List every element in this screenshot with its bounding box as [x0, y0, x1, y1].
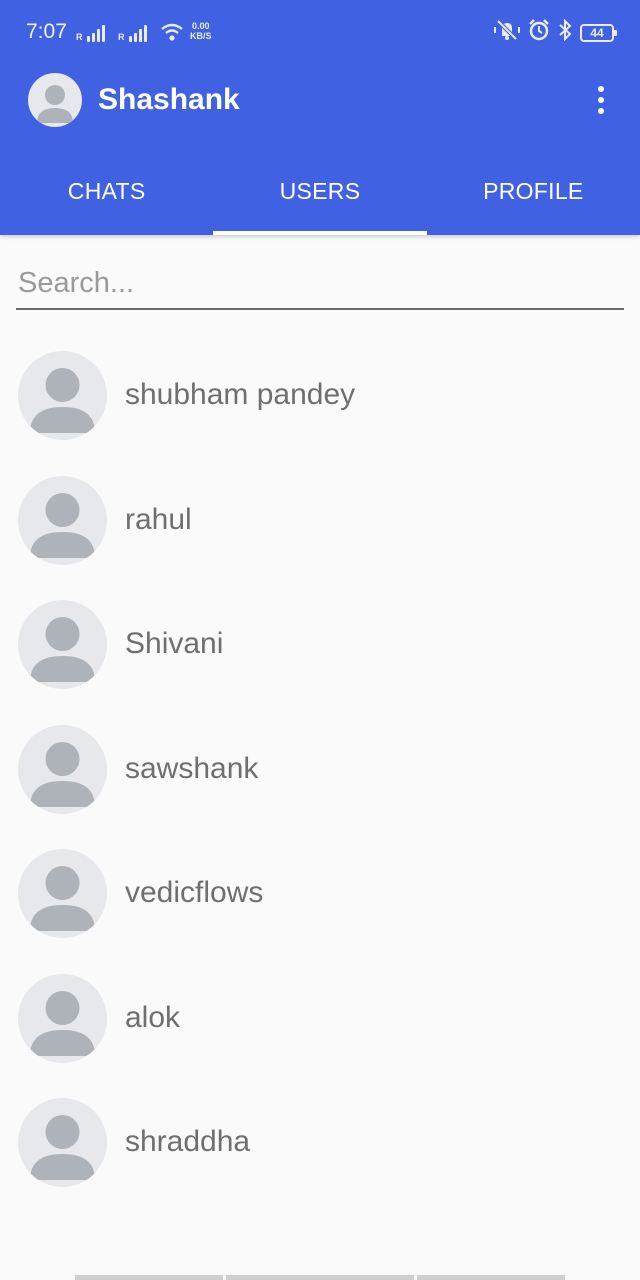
avatar — [18, 724, 107, 814]
mute-icon — [494, 19, 520, 46]
nav-hint-bar — [417, 1275, 565, 1280]
list-item[interactable]: Shivani — [0, 585, 640, 710]
app-bar: 7:07 R R 0.00 KB/S 44 Shashank CHATS USE… — [0, 0, 640, 235]
list-item[interactable]: shraddha — [0, 1083, 640, 1208]
tab-bar: CHATS USERS PROFILE — [0, 150, 640, 235]
avatar — [18, 351, 107, 440]
signal-icon: R — [76, 22, 105, 42]
alarm-icon — [528, 19, 550, 46]
avatar — [18, 849, 107, 938]
profile-avatar[interactable] — [28, 73, 82, 127]
list-item[interactable]: vedicflows — [0, 834, 640, 959]
user-name: sawshank — [125, 751, 259, 785]
list-item[interactable]: rahul — [0, 461, 640, 586]
nav-hint-bar — [226, 1275, 414, 1280]
user-name: vedicflows — [125, 876, 264, 909]
person-icon — [30, 741, 95, 807]
status-bar: 7:07 R R 0.00 KB/S 44 — [0, 0, 640, 64]
user-name: shubham pandey — [125, 378, 356, 411]
battery-icon: 44 — [580, 23, 617, 42]
toolbar-title: Shashank — [98, 83, 240, 116]
tab-chats[interactable]: CHATS — [0, 150, 213, 235]
user-name: rahul — [125, 502, 192, 536]
person-icon — [30, 1115, 95, 1180]
person-icon — [30, 492, 95, 558]
tab-users[interactable]: USERS — [213, 150, 427, 235]
tab-profile[interactable]: PROFILE — [427, 150, 640, 235]
nav-hint-bar — [75, 1275, 223, 1280]
net-speed: 0.00 KB/S — [190, 21, 212, 41]
person-icon — [30, 368, 95, 433]
wifi-icon — [160, 22, 184, 47]
avatar — [18, 600, 107, 689]
user-name: alok — [125, 1000, 181, 1034]
avatar — [18, 475, 107, 565]
user-list: shubham pandey rahul Shivani sawshank ve… — [0, 336, 640, 1208]
user-name: Shivani — [125, 627, 224, 660]
person-icon — [37, 85, 73, 123]
person-icon — [30, 990, 95, 1056]
list-item[interactable]: alok — [0, 959, 640, 1084]
more-vert-icon[interactable] — [584, 80, 618, 120]
list-item[interactable]: sawshank — [0, 710, 640, 835]
avatar — [18, 973, 107, 1063]
status-time: 7:07 — [26, 20, 67, 43]
list-item[interactable]: shubham pandey — [0, 336, 640, 461]
person-icon — [30, 866, 95, 931]
user-name: shraddha — [125, 1125, 251, 1158]
person-icon — [30, 617, 95, 682]
bluetooth-icon — [558, 18, 572, 46]
avatar — [18, 1098, 107, 1187]
status-icons-right: 44 — [494, 18, 617, 46]
signal-icon: R — [118, 22, 147, 42]
search-input[interactable] — [16, 258, 624, 310]
